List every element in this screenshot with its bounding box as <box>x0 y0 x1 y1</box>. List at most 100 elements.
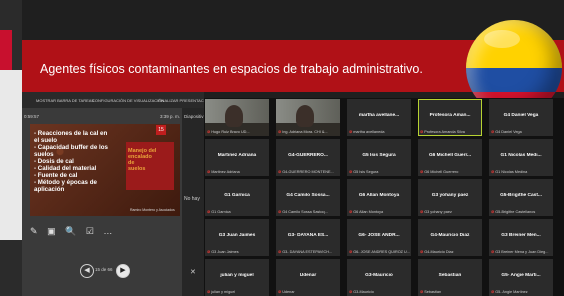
participant-tile[interactable]: G1 Nicolas Medi... ⊘G1 Nicolas Medina <box>489 139 553 176</box>
participant-tile[interactable]: G3 Breiner Men... ⊘G3 Breiner Mena y Juan… <box>489 219 553 256</box>
participant-label-text: G1 Garnica <box>211 210 231 214</box>
mic-muted-icon: ⊘ <box>278 290 282 294</box>
presenter-tools: ✎ ▣ 🔍 ☑ … <box>30 226 119 237</box>
participant-tile[interactable]: G3 Juan Jaimes ⊘G3 Juan Jaimes <box>205 219 269 256</box>
slide-navigation: ◀ 15 de 66 ▶ <box>80 264 130 278</box>
slide-counter: 15 de 66 <box>95 267 113 272</box>
participant-tile[interactable]: Udenar ⊘Udenar <box>276 259 340 296</box>
participant-tile[interactable]: G1 Garnica ⊘G1 Garnica <box>205 179 269 216</box>
participant-display-name: G3-Mauricio <box>365 273 393 278</box>
participant-label-text: martha avellaneda <box>353 130 385 134</box>
participant-label-text: G5-Brigithe Castellanos <box>495 210 536 214</box>
participant-label-text: G6- JOSE ANDRES QUIROZ U... <box>353 250 410 254</box>
participant-display-name: G3 yohany paez <box>431 193 469 198</box>
participant-tile[interactable]: G5-Brigithe Cast... ⊘G5-Brigithe Castella… <box>489 179 553 216</box>
left-white-panel <box>0 70 22 240</box>
participant-display-name: G4-Mauricio Diaz <box>430 233 470 238</box>
participant-display-name: G6- JOSE ANDR... <box>358 233 400 238</box>
participant-tile[interactable]: G6- JOSE ANDR... ⊘G6- JOSE ANDRES QUIROZ … <box>347 219 411 256</box>
participant-tile[interactable]: Martinez Adriana ⊘Martinez Adriana <box>205 139 269 176</box>
mic-muted-icon: ⊘ <box>420 210 424 214</box>
participant-display-name: G1 Garnica <box>224 193 250 198</box>
toolbar-display-settings[interactable]: CONFIGURACIÓN DE VISUALIZACIÓN <box>92 98 164 103</box>
participant-tile[interactable]: G5- Angie Marti... ⊘G5- Angie Martinez <box>489 259 553 296</box>
toolbar-end-presentation[interactable]: FINALIZAR PRESENTACIÓN <box>158 98 211 103</box>
participant-label-text: G5- Angie Martinez <box>495 290 528 294</box>
participant-label: ⊘G5 Isis Segura <box>349 169 378 174</box>
zoom-icon[interactable]: 🔍 <box>65 226 76 236</box>
participant-label-text: Profesora Amanda Silva <box>424 130 465 134</box>
slide-number-badge: 15 <box>156 125 166 135</box>
participant-tile[interactable]: G3- DAYANA ES... ⊘G3- DAYANA ESTEPAVICH..… <box>276 219 340 256</box>
previous-slide-button[interactable]: ◀ <box>80 264 94 278</box>
close-icon[interactable]: ✕ <box>190 268 196 276</box>
participant-display-name: G5-Brigithe Cast... <box>500 193 542 198</box>
participant-tile[interactable]: G3 yohany paez ⊘G3 yohany paez <box>418 179 482 216</box>
mic-muted-icon: ⊘ <box>491 130 495 134</box>
participant-display-name: G3 Breiner Men... <box>501 233 541 238</box>
video-person <box>296 105 314 127</box>
participant-label-text: G3 Juan Jaimes <box>211 250 239 254</box>
participant-display-name: martha avellane... <box>358 113 400 118</box>
mic-muted-icon: ⊘ <box>491 170 495 174</box>
participant-label-text: G5 Isis Segura <box>353 170 379 174</box>
participant-tile[interactable]: Sebastian ⊘Sebastian <box>418 259 482 296</box>
participant-tile[interactable]: Profesora Aman... ⊘Profesora Amanda Silva <box>418 99 482 136</box>
participant-tile[interactable]: G3-Mauricio ⊘G3-Mauricio <box>347 259 411 296</box>
slide-bullet: - Capacidad buffer de los <box>34 144 108 151</box>
participant-tile[interactable]: G4-Mauricio Diaz ⊘G4-Mauricio Diaz <box>418 219 482 256</box>
slide-bullet: - Calidad del material <box>34 165 97 172</box>
participant-tile[interactable]: G5 Isis Segura ⊘G5 Isis Segura <box>347 139 411 176</box>
participant-label-text: G4 Camilo Sossa Sastoq... <box>282 210 328 214</box>
participant-display-name: Udenar <box>299 273 317 278</box>
participant-label-text: G3 Breiner Mena y Juan Dieg... <box>495 250 549 254</box>
participant-label-text: Ing. Adriana Mora. CHI &... <box>282 130 328 134</box>
mic-muted-icon: ⊘ <box>491 210 495 214</box>
participant-label: ⊘Udenar <box>278 289 295 294</box>
participant-display-name: G3 Juan Jaimes <box>218 233 256 238</box>
banner-title: Agentes físicos contaminantes en espacio… <box>40 62 423 76</box>
video-person <box>225 105 243 127</box>
participant-label-text: julian y miguel <box>211 290 236 294</box>
participant-tile[interactable]: G6 Michell Guerr... ⊘G6 Michell Guerrero <box>418 139 482 176</box>
participant-label: ⊘julian y miguel <box>207 289 235 294</box>
participant-tile[interactable]: G4 Camilo Sossa... ⊘G4 Camilo Sossa Sasto… <box>276 179 340 216</box>
participant-tile[interactable]: julian y miguel ⊘julian y miguel <box>205 259 269 296</box>
slide-bullet: - Fuente de cal <box>34 172 78 179</box>
next-slide-button[interactable]: ▶ <box>116 264 130 278</box>
participant-label-text: G4-Mauricio Diaz <box>424 250 454 254</box>
mic-muted-icon: ⊘ <box>349 210 353 214</box>
participant-tile[interactable]: G6 Allan Montoya ⊘G6 Allan Montoya <box>347 179 411 216</box>
participant-label-text: G1 Nicolas Medina <box>495 170 528 174</box>
participant-label-text: Martinez Adriana <box>211 170 240 174</box>
participant-tile[interactable]: G4-GUERRERO... ⊘G4-GUERRERO MONTENE... <box>276 139 340 176</box>
participant-label: ⊘Martinez Adriana <box>207 169 240 174</box>
slide-bullet: suelos <box>34 151 54 158</box>
participant-label-text: Hugo Ruiz Bravo UD... <box>211 130 250 134</box>
participant-tile[interactable]: ⊘Ing. Adriana Mora. CHI &... <box>276 99 340 136</box>
participant-label: ⊘G6- JOSE ANDRES QUIROZ U... <box>349 249 410 254</box>
participant-label: ⊘G3 Breiner Mena y Juan Dieg... <box>491 249 548 254</box>
participant-label: ⊘Profesora Amanda Silva <box>420 129 465 134</box>
pen-icon[interactable]: ✎ <box>30 226 38 236</box>
left-red-accent <box>0 30 12 70</box>
participant-label: ⊘Sebastian <box>420 289 441 294</box>
mic-muted-icon: ⊘ <box>349 250 353 254</box>
slides-grid-icon[interactable]: ▣ <box>47 226 56 236</box>
participant-tile[interactable]: ⊘Hugo Ruiz Bravo UD... <box>205 99 269 136</box>
participant-label-text: G4 Daniel Vega <box>495 130 522 134</box>
mic-muted-icon: ⊘ <box>207 170 211 174</box>
slide-footer: Ramiro Montero y Asociados <box>130 208 175 212</box>
participant-tile[interactable]: G4 Daniel Vega ⊘G4 Daniel Vega <box>489 99 553 136</box>
more-options-icon[interactable]: … <box>103 226 112 236</box>
participant-label-text: Sebastian <box>424 290 442 294</box>
participant-display-name: G4-GUERRERO... <box>288 153 328 158</box>
subtitles-icon[interactable]: ☑ <box>86 226 94 236</box>
participant-label: ⊘G1 Nicolas Medina <box>491 169 527 174</box>
participant-label: ⊘G1 Garnica <box>207 209 231 214</box>
participant-display-name: G4 Camilo Sossa... <box>286 193 330 198</box>
participant-tile[interactable]: martha avellane... ⊘martha avellaneda <box>347 99 411 136</box>
slide-side-title: Manejo del encalado de suelos <box>128 148 174 172</box>
mic-muted-icon: ⊘ <box>207 290 211 294</box>
toolbar-show-taskbar[interactable]: MOSTRAR BARRA DE TAREAS <box>36 98 94 103</box>
